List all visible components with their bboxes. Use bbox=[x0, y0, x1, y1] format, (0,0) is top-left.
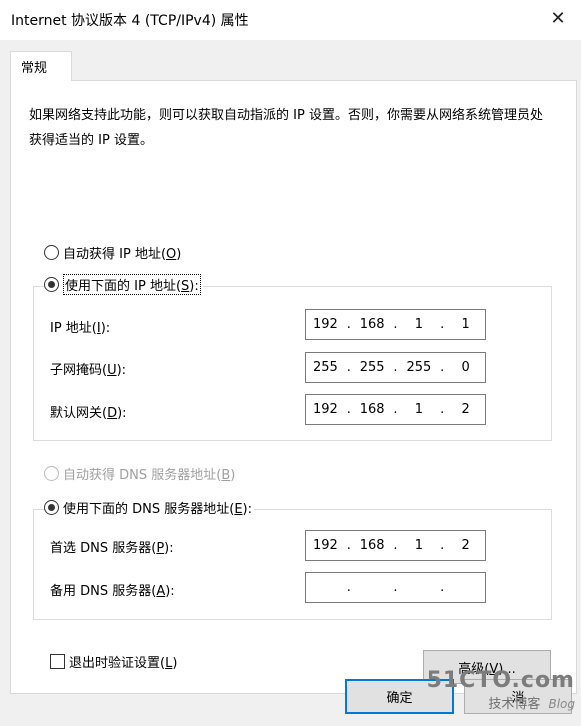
ok-button-label: 确定 bbox=[386, 691, 413, 706]
tab-general-label: 常规 bbox=[21, 61, 48, 76]
ip-auto-radio[interactable]: 自动获得 IP 地址(O) bbox=[44, 243, 181, 262]
validate-on-exit-checkbox[interactable]: 退出时验证设置(L) bbox=[50, 652, 177, 671]
checkbox-icon bbox=[50, 654, 65, 669]
radio-disabled-icon bbox=[44, 466, 59, 481]
watermark-site: 51CTO.com bbox=[426, 668, 575, 693]
preferred-dns-input[interactable]: 192. 168. 1. 2 bbox=[305, 530, 486, 561]
dns-auto-radio[interactable]: 自动获得 DNS 服务器地址(B) bbox=[44, 464, 235, 483]
ip-manual-label: 使用下面的 IP 地址(S): bbox=[63, 274, 201, 295]
ip-manual-radio[interactable]: 使用下面的 IP 地址(S): bbox=[44, 274, 203, 295]
ip-auto-label: 自动获得 IP 地址(O) bbox=[63, 247, 182, 262]
description-text: 如果网络支持此功能，则可以获取自动指派的 IP 设置。否则，你需要从网络系统管理… bbox=[29, 108, 543, 148]
dns-manual-label: 使用下面的 DNS 服务器地址(E): bbox=[63, 502, 252, 517]
watermark-tagline: 技术博客 bbox=[488, 697, 541, 712]
watermark-blog: Blog bbox=[548, 697, 575, 711]
radio-icon bbox=[44, 245, 59, 260]
close-button[interactable]: ✕ bbox=[535, 0, 581, 36]
subnet-mask-input[interactable]: 255. 255. 255. 0 bbox=[305, 352, 486, 383]
window-title: Internet 协议版本 4 (TCP/IPv4) 属性 bbox=[11, 13, 249, 29]
close-icon: ✕ bbox=[550, 7, 566, 29]
general-panel: 如果网络支持此功能，则可以获取自动指派的 IP 设置。否则，你需要从网络系统管理… bbox=[10, 80, 577, 694]
ip-address-input[interactable]: 192. 168. 1. 1 bbox=[305, 309, 486, 340]
dns-group-box bbox=[33, 509, 552, 620]
tab-general[interactable]: 常规 bbox=[10, 51, 72, 81]
radio-selected-icon bbox=[44, 277, 59, 292]
dialog-body: 常规 如果网络支持此功能，则可以获取自动指派的 IP 设置。否则，你需要从网络系… bbox=[0, 40, 581, 726]
preferred-dns-label: 首选 DNS 服务器(P): bbox=[50, 541, 174, 556]
gateway-input[interactable]: 192. 168. 1. 2 bbox=[305, 394, 486, 425]
dns-auto-label: 自动获得 DNS 服务器地址(B) bbox=[63, 468, 236, 483]
gateway-label: 默认网关(D): bbox=[50, 406, 127, 421]
alternate-dns-input[interactable]: ... bbox=[305, 572, 486, 603]
ip-address-label: IP 地址(I): bbox=[50, 321, 111, 336]
title-bar: Internet 协议版本 4 (TCP/IPv4) 属性 ✕ bbox=[0, 0, 581, 40]
watermark: 51CTO.com 技术博客 Blog bbox=[427, 668, 575, 712]
alternate-dns-label: 备用 DNS 服务器(A): bbox=[50, 584, 175, 599]
subnet-mask-label: 子网掩码(U): bbox=[50, 363, 127, 378]
radio-selected-icon bbox=[44, 500, 59, 515]
validate-on-exit-label: 退出时验证设置(L) bbox=[69, 656, 178, 671]
dns-manual-radio[interactable]: 使用下面的 DNS 服务器地址(E): bbox=[44, 498, 254, 517]
